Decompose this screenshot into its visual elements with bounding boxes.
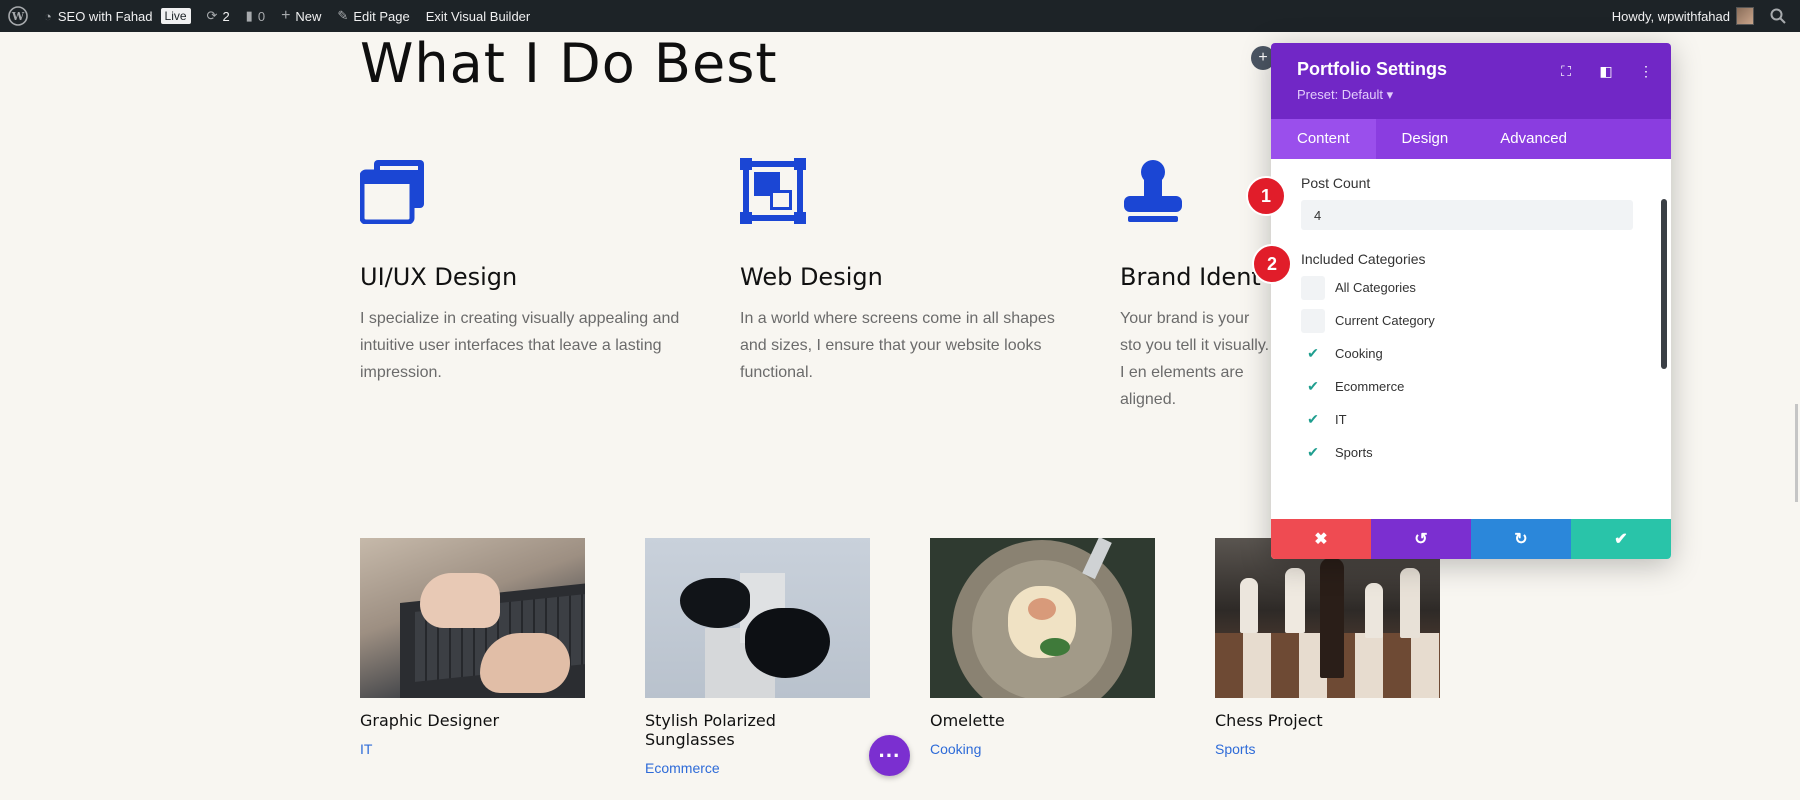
redo-button[interactable]: ↻	[1471, 519, 1571, 559]
updates-link[interactable]: ⟳ 2	[199, 0, 238, 32]
portfolio-settings-panel: Portfolio Settings Preset: Default ▾ ⛶ ◧…	[1271, 43, 1671, 559]
chess-photo[interactable]	[1215, 538, 1440, 698]
service-title: Web Design	[740, 263, 883, 291]
edit-page-link[interactable]: ✎ Edit Page	[329, 0, 417, 32]
split-view-icon[interactable]: ◧	[1597, 63, 1615, 80]
post-count-label: Post Count	[1301, 175, 1371, 191]
frame-icon	[740, 158, 806, 224]
portfolio-title[interactable]: Graphic Designer	[360, 711, 585, 730]
preset-selector[interactable]: Preset: Default ▾	[1297, 87, 1645, 103]
portfolio-category-link[interactable]: Sports	[1215, 741, 1440, 757]
undo-button[interactable]: ↺	[1371, 519, 1471, 559]
category-label: Current Category	[1335, 313, 1435, 328]
post-count-input[interactable]: 4	[1301, 200, 1633, 230]
panel-scrollbar[interactable]	[1661, 199, 1667, 369]
step-badge: 1	[1246, 176, 1286, 216]
checkbox-unchecked[interactable]	[1301, 308, 1325, 333]
service-column: Web Design In a world where screens come…	[740, 158, 1070, 386]
category-list: All Categories Current Category ✔ Cookin…	[1301, 271, 1641, 469]
portfolio-item[interactable]: Omelette Cooking	[930, 538, 1155, 757]
page-heading: What I Do Best	[360, 32, 778, 95]
category-label: All Categories	[1335, 280, 1416, 295]
cancel-button[interactable]: ✖	[1271, 519, 1371, 559]
service-column: UI/UX Design I specialize in creating vi…	[359, 158, 690, 386]
category-option[interactable]: ✔ Ecommerce	[1301, 370, 1641, 403]
save-button[interactable]: ✔	[1571, 519, 1671, 559]
new-label: New	[295, 8, 322, 24]
svg-text:W: W	[11, 10, 25, 23]
service-title: UI/UX Design	[360, 263, 518, 291]
panel-header[interactable]: Portfolio Settings Preset: Default ▾ ⛶ ◧…	[1271, 43, 1671, 119]
refresh-icon: ⟳	[206, 8, 218, 23]
category-label: Ecommerce	[1335, 379, 1405, 394]
plus-icon: +	[281, 7, 291, 24]
category-option[interactable]: ✔ IT	[1301, 403, 1641, 436]
admin-bar: W ◔ SEO with Fahad Live ⟳ 2 ▮ 0 + New ✎ …	[0, 0, 1800, 32]
comments-count: 0	[257, 8, 266, 24]
site-name-label: SEO with Fahad	[57, 8, 153, 24]
portfolio-item[interactable]: Graphic Designer IT	[360, 538, 585, 757]
site-name-link[interactable]: ◔ SEO with Fahad Live	[36, 0, 199, 32]
sunglasses-photo[interactable]	[645, 538, 870, 698]
portfolio-item[interactable]: Chess Project Sports	[1215, 538, 1440, 757]
checkmark-icon[interactable]: ✔	[1301, 408, 1325, 432]
howdy-label: Howdy, wpwithfahad	[1611, 8, 1730, 24]
expand-icon[interactable]: ⛶	[1557, 63, 1575, 80]
avatar	[1736, 7, 1754, 25]
laptop-photo[interactable]	[360, 538, 585, 698]
new-content-link[interactable]: + New	[273, 0, 329, 32]
category-label: Sports	[1335, 445, 1373, 460]
dashboard-icon: ◔	[44, 8, 52, 24]
account-menu[interactable]: Howdy, wpwithfahad	[1604, 0, 1762, 32]
search-icon[interactable]	[1762, 0, 1800, 32]
omelette-photo[interactable]	[930, 538, 1155, 698]
service-title: Brand Ident	[1120, 263, 1261, 291]
comment-icon: ▮	[245, 8, 253, 23]
portfolio-category-link[interactable]: Cooking	[930, 741, 1155, 757]
page-scrollbar[interactable]	[1795, 404, 1798, 502]
checkmark-icon[interactable]: ✔	[1301, 342, 1325, 366]
category-option[interactable]: All Categories	[1301, 271, 1641, 304]
wordpress-logo-icon[interactable]: W	[0, 0, 36, 32]
checkmark-icon[interactable]: ✔	[1301, 375, 1325, 399]
tab-design[interactable]: Design	[1376, 119, 1475, 159]
category-option[interactable]: ✔ Cooking	[1301, 337, 1641, 370]
portfolio-category-link[interactable]: Ecommerce	[645, 760, 870, 776]
live-badge: Live	[160, 8, 191, 24]
included-categories-label: Included Categories	[1301, 251, 1426, 267]
pencil-icon: ✎	[337, 8, 349, 23]
service-text: I specialize in creating visually appeal…	[360, 310, 680, 381]
category-label: IT	[1335, 412, 1347, 427]
step-badge: 2	[1252, 244, 1292, 284]
portfolio-title[interactable]: Chess Project	[1215, 711, 1440, 730]
windows-icon	[359, 160, 424, 225]
kebab-menu-icon[interactable]: ⋮	[1637, 63, 1655, 80]
category-label: Cooking	[1335, 346, 1383, 361]
tab-content[interactable]: Content	[1271, 119, 1376, 159]
category-option[interactable]: Current Category	[1301, 304, 1641, 337]
portfolio-item[interactable]: Stylish Polarized Sunglasses Ecommerce	[645, 538, 870, 776]
checkmark-icon[interactable]: ✔	[1301, 441, 1325, 465]
service-text: Your brand is your sto you tell it visua…	[1120, 310, 1270, 408]
updates-count: 2	[222, 8, 230, 24]
exit-visual-builder-link[interactable]: Exit Visual Builder	[418, 0, 539, 32]
portfolio-title[interactable]: Omelette	[930, 711, 1155, 730]
service-text: In a world where screens come in all sha…	[740, 310, 1055, 381]
checkbox-unchecked[interactable]	[1301, 275, 1325, 300]
portfolio-category-link[interactable]: IT	[360, 741, 585, 757]
portfolio-title[interactable]: Stylish Polarized Sunglasses	[645, 711, 870, 749]
panel-footer: ✖ ↺ ↻ ✔	[1271, 519, 1671, 559]
more-options-button[interactable]: ···	[869, 735, 910, 776]
tab-advanced[interactable]: Advanced	[1474, 119, 1593, 159]
comments-link[interactable]: ▮ 0	[238, 0, 273, 32]
panel-body: Post Count 4 Included Categories All Cat…	[1271, 159, 1671, 515]
panel-tabs: Content Design Advanced	[1271, 119, 1671, 159]
edit-page-label: Edit Page	[353, 8, 410, 24]
stamp-icon	[1124, 160, 1182, 222]
category-option[interactable]: ✔ Sports	[1301, 436, 1641, 469]
